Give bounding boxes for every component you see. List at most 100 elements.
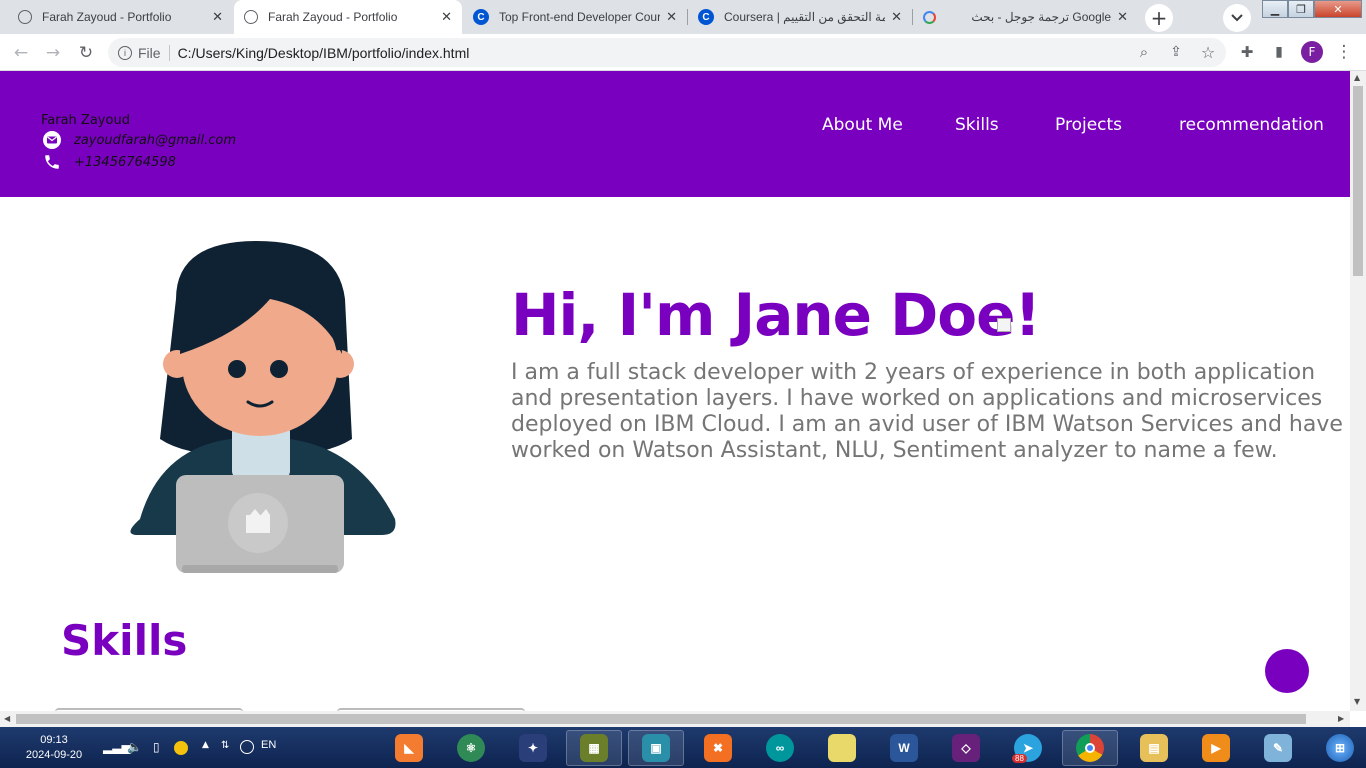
- tab-portfolio-2[interactable]: Farah Zayoud - Portfolio ✕: [234, 0, 462, 34]
- header-name: Farah Zayoud: [41, 113, 130, 128]
- chevron-down-icon: [1231, 14, 1243, 22]
- share-button[interactable]: ⇪: [1163, 39, 1189, 65]
- taskbar-app-sticky-notes[interactable]: [814, 730, 870, 766]
- close-icon[interactable]: ✕: [441, 9, 452, 25]
- taskbar-app-arduino[interactable]: ∞: [752, 730, 808, 766]
- zoom-icon: ⌕: [1139, 43, 1149, 61]
- horizontal-scroll-thumb[interactable]: [16, 714, 1306, 724]
- close-icon[interactable]: ✕: [212, 9, 223, 25]
- arrow-right-icon: →: [45, 43, 61, 63]
- xampp-icon: ✖: [704, 734, 732, 762]
- profile-avatar[interactable]: F: [1301, 41, 1323, 63]
- email-icon: [42, 131, 62, 149]
- close-icon[interactable]: ✕: [666, 9, 677, 25]
- horizontal-scrollbar[interactable]: ◀ ▶: [0, 711, 1350, 727]
- vm-icon: ▣: [642, 734, 670, 762]
- taskbar-app-chrome[interactable]: [1062, 730, 1118, 766]
- scroll-right-arrow-icon[interactable]: ▶: [1338, 714, 1344, 723]
- window-close-button[interactable]: ✕: [1314, 0, 1362, 18]
- scroll-left-arrow-icon[interactable]: ◀: [4, 714, 10, 723]
- forward-button[interactable]: →: [40, 40, 66, 66]
- telegram-badge: 88: [1012, 754, 1027, 763]
- phone-icon: [42, 153, 62, 171]
- nav-about-me[interactable]: About Me: [822, 115, 903, 135]
- tab-coursera-1[interactable]: C Top Front-end Developer Cour ✕: [463, 0, 687, 34]
- developer-avatar-illustration: [130, 241, 396, 573]
- side-panel-icon: ▮: [1275, 44, 1283, 60]
- scroll-up-arrow-icon[interactable]: ▲: [1354, 73, 1360, 82]
- back-button[interactable]: ←: [8, 40, 34, 66]
- nav-projects[interactable]: Projects: [1055, 115, 1122, 135]
- tab-title: Coursera | قائمة التحقق من التقييم: [724, 10, 885, 24]
- close-icon[interactable]: ✕: [1117, 9, 1128, 25]
- volume-icon[interactable]: 🔈: [127, 740, 142, 754]
- tab-google[interactable]: ترجمة جوجل - بحث Google ✕: [913, 0, 1138, 34]
- menu-button[interactable]: ⋮: [1331, 39, 1357, 65]
- blender-icon: ◣: [395, 734, 423, 762]
- media-icon: ▶: [1202, 734, 1230, 762]
- maximize-button[interactable]: ❐: [1288, 0, 1314, 18]
- google-icon: [923, 10, 936, 24]
- globe-icon: [18, 10, 32, 24]
- reload-button[interactable]: ↻: [73, 40, 99, 66]
- taskbar-app-visual-studio[interactable]: ◇: [938, 730, 994, 766]
- address-bar[interactable]: i File C:/Users/King/Desktop/IBM/portfol…: [108, 38, 1226, 67]
- show-hidden-icons-icon[interactable]: ▲: [202, 740, 209, 750]
- tab-search-button[interactable]: [1223, 4, 1251, 32]
- windows-taskbar: 09:13 2024-09-20 ▂▃▅ 🔈 ▯ ▲ ⇅ EN ◣ ⚛ ✦ ▦ …: [0, 727, 1366, 768]
- visual-studio-icon: ◇: [952, 734, 980, 762]
- language-indicator[interactable]: EN: [261, 739, 276, 751]
- close-icon[interactable]: ✕: [891, 9, 902, 25]
- vertical-scrollbar[interactable]: ▲ ▼: [1350, 71, 1366, 711]
- info-icon[interactable]: i: [118, 45, 132, 60]
- browser-tab-bar: Farah Zayoud - Portfolio ✕ Farah Zayoud …: [0, 0, 1366, 34]
- globe-icon: [244, 10, 258, 24]
- taskbar-app-atom[interactable]: ⚛: [443, 730, 499, 766]
- tab-portfolio-1[interactable]: Farah Zayoud - Portfolio ✕: [8, 0, 233, 34]
- scroll-to-top-button[interactable]: [1265, 649, 1309, 693]
- arduino-icon: ∞: [766, 734, 794, 762]
- side-panel-button[interactable]: ▮: [1266, 39, 1292, 65]
- sticky-notes-icon: [828, 734, 856, 762]
- taskbar-clock[interactable]: 09:13 2024-09-20: [22, 733, 86, 763]
- new-tab-button[interactable]: +: [1145, 4, 1173, 32]
- taskbar-app-explorer[interactable]: ▤: [1126, 730, 1182, 766]
- reload-icon: ↻: [78, 43, 94, 63]
- battery-icon[interactable]: ▯: [153, 740, 160, 754]
- start-button[interactable]: ⊞: [1312, 730, 1366, 766]
- taskbar-app-media[interactable]: ▶: [1188, 730, 1244, 766]
- phone-text[interactable]: +13456764598: [74, 155, 176, 170]
- tray-app-icon[interactable]: [174, 741, 188, 755]
- language-globe-icon[interactable]: [240, 740, 254, 754]
- vertical-scroll-thumb[interactable]: [1353, 86, 1363, 276]
- taskbar-app-xampp[interactable]: ✖: [690, 730, 746, 766]
- word-icon: W: [890, 734, 918, 762]
- taskbar-app-vm[interactable]: ▣: [628, 730, 684, 766]
- taskbar-app-blender[interactable]: ◣: [381, 730, 437, 766]
- taskbar-app-telegram[interactable]: ➤ 88: [1000, 730, 1056, 766]
- tab-title: Farah Zayoud - Portfolio: [268, 10, 398, 24]
- zoom-button[interactable]: ⌕: [1131, 39, 1157, 65]
- nav-recommendation[interactable]: recommendation: [1179, 115, 1324, 135]
- taskbar-app-terminal[interactable]: ▦: [566, 730, 622, 766]
- nav-skills[interactable]: Skills: [955, 115, 999, 135]
- star-icon: ☆: [1200, 42, 1216, 62]
- bookmark-button[interactable]: ☆: [1195, 39, 1221, 65]
- extensions-button[interactable]: ✚: [1234, 39, 1260, 65]
- email-text[interactable]: zayoudfarah@gmail.com: [74, 133, 236, 148]
- sync-icon[interactable]: ⇅: [221, 740, 229, 751]
- windows-logo-icon: ⊞: [1326, 734, 1354, 762]
- chrome-icon: [1076, 734, 1104, 762]
- taskbar-app-paint[interactable]: ✎: [1250, 730, 1306, 766]
- scroll-down-arrow-icon[interactable]: ▼: [1354, 697, 1360, 706]
- url-text: C:/Users/King/Desktop/IBM/portfolio/inde…: [177, 44, 470, 61]
- minimize-button[interactable]: ▁: [1262, 0, 1288, 18]
- broken-image-icon: [997, 318, 1011, 332]
- hero-title: Hi, I'm Jane Doe!: [511, 281, 1041, 349]
- clock-date: 2024-09-20: [25, 749, 83, 761]
- taskbar-app-vs[interactable]: ✦: [505, 730, 561, 766]
- taskbar-app-word[interactable]: W: [876, 730, 932, 766]
- puzzle-icon: ✚: [1240, 43, 1254, 61]
- explorer-icon: ▤: [1140, 734, 1168, 762]
- tab-coursera-2[interactable]: C Coursera | قائمة التحقق من التقييم ✕: [688, 0, 912, 34]
